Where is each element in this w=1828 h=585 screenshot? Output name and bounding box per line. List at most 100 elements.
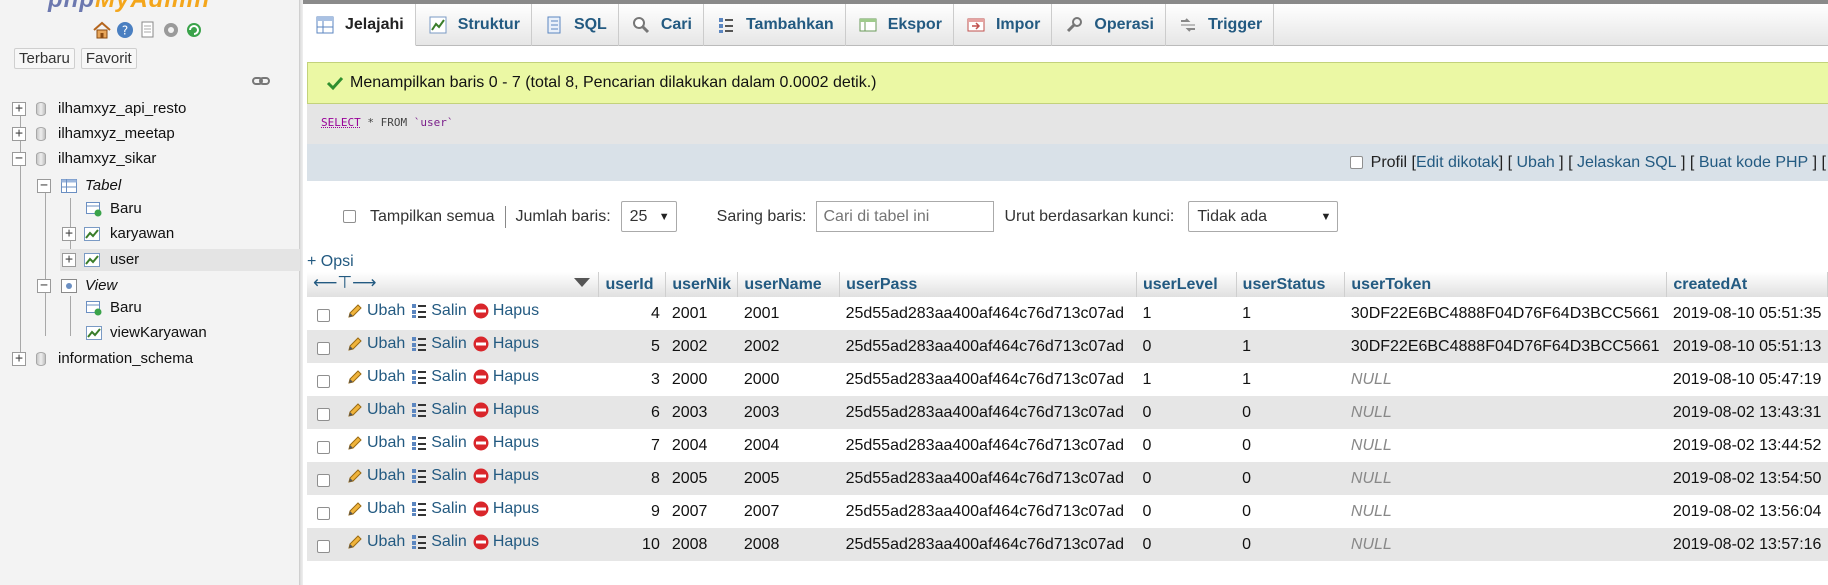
cell-userlevel[interactable]: 0 xyxy=(1136,495,1237,528)
copy-row-button[interactable]: Salin xyxy=(410,467,467,485)
column-resize-arrows-icon[interactable]: ⟵⊤⟶ xyxy=(313,273,377,293)
copy-row-button[interactable]: Salin xyxy=(410,434,467,452)
edit-row-button[interactable]: Ubah xyxy=(346,467,405,485)
column-header-createdat[interactable]: createdAt xyxy=(1666,272,1828,297)
cell-userpass[interactable]: 25d55ad283aa400af464c76d713c07ad xyxy=(839,495,1137,528)
cell-userlevel[interactable]: 0 xyxy=(1136,429,1237,462)
delete-row-button[interactable]: Hapus xyxy=(472,368,539,386)
cell-usernik[interactable]: 2000 xyxy=(665,363,738,396)
explain-sql-link[interactable]: Jelaskan SQL xyxy=(1577,154,1677,172)
cell-usertoken[interactable]: NULL xyxy=(1344,396,1667,429)
tab-browse[interactable]: Jelajahi xyxy=(303,4,416,46)
copy-row-button[interactable]: Salin xyxy=(410,500,467,518)
cell-userid[interactable]: 9 xyxy=(598,495,666,528)
cell-usertoken[interactable]: 30DF22E6BC4888F04D76F64D3BCC5661 xyxy=(1344,330,1667,363)
new-view-label[interactable]: Baru xyxy=(110,297,142,319)
cell-userid[interactable]: 5 xyxy=(598,330,666,363)
tab-insert[interactable]: Tambahkan xyxy=(704,4,846,46)
column-menu-arrow-icon[interactable] xyxy=(574,278,591,287)
cell-userid[interactable]: 4 xyxy=(598,297,666,330)
cell-userlevel[interactable]: 0 xyxy=(1136,330,1237,363)
filter-rows-input[interactable] xyxy=(816,201,995,232)
cell-createdat[interactable]: 2019-08-02 13:43:31 xyxy=(1666,396,1828,429)
create-php-code-link[interactable]: Buat kode PHP xyxy=(1699,154,1808,172)
cell-createdat[interactable]: 2019-08-10 05:51:13 xyxy=(1666,330,1828,363)
cell-usernik[interactable]: 2003 xyxy=(665,396,738,429)
link-with-main-panel-icon[interactable] xyxy=(252,76,270,86)
row-checkbox[interactable] xyxy=(317,507,330,521)
sort-by-key-select[interactable]: Tidak ada ▼ xyxy=(1188,201,1339,232)
cell-username[interactable]: 2003 xyxy=(737,396,840,429)
cell-userstatus[interactable]: 1 xyxy=(1236,330,1345,363)
cell-userstatus[interactable]: 1 xyxy=(1236,363,1345,396)
home-icon[interactable] xyxy=(92,20,112,40)
collapse-icon[interactable]: − xyxy=(37,179,51,193)
show-all-checkbox[interactable] xyxy=(343,210,356,223)
database-name[interactable]: information_schema xyxy=(58,348,193,370)
cell-createdat[interactable]: 2019-08-02 13:56:04 xyxy=(1666,495,1828,528)
copy-row-button[interactable]: Salin xyxy=(410,533,467,551)
cell-userid[interactable]: 3 xyxy=(598,363,666,396)
edit-row-button[interactable]: Ubah xyxy=(346,401,405,419)
column-header-userid[interactable]: userId xyxy=(598,272,667,297)
row-checkbox[interactable] xyxy=(317,375,330,389)
cell-usertoken[interactable]: 30DF22E6BC4888F04D76F64D3BCC5661 xyxy=(1344,297,1667,330)
cell-userstatus[interactable]: 0 xyxy=(1236,429,1345,462)
edit-row-button[interactable]: Ubah xyxy=(346,500,405,518)
row-checkbox[interactable] xyxy=(317,408,330,422)
cell-createdat[interactable]: 2019-08-10 05:47:19 xyxy=(1666,363,1828,396)
row-checkbox[interactable] xyxy=(317,540,330,554)
cell-usernik[interactable]: 2004 xyxy=(665,429,738,462)
expand-icon[interactable]: + xyxy=(12,102,26,116)
options-link[interactable]: + Opsi xyxy=(307,253,354,271)
column-header-username[interactable]: userName xyxy=(737,272,841,297)
cell-userlevel[interactable]: 0 xyxy=(1136,396,1237,429)
cell-userpass[interactable]: 25d55ad283aa400af464c76d713c07ad xyxy=(839,429,1137,462)
delete-row-button[interactable]: Hapus xyxy=(472,500,539,518)
browse-table-icon[interactable] xyxy=(84,253,100,268)
delete-row-button[interactable]: Hapus xyxy=(472,533,539,551)
cell-usertoken[interactable]: NULL xyxy=(1344,363,1667,396)
expand-icon[interactable]: + xyxy=(62,227,76,241)
cell-userlevel[interactable]: 1 xyxy=(1136,363,1237,396)
cell-createdat[interactable]: 2019-08-02 13:57:16 xyxy=(1666,528,1828,561)
copy-row-button[interactable]: Salin xyxy=(410,302,467,320)
table-name[interactable]: user xyxy=(110,249,139,271)
row-checkbox[interactable] xyxy=(317,441,330,455)
delete-row-button[interactable]: Hapus xyxy=(472,401,539,419)
edit-row-button[interactable]: Ubah xyxy=(346,368,405,386)
cell-usertoken[interactable]: NULL xyxy=(1344,429,1667,462)
database-name[interactable]: ilhamxyz_sikar xyxy=(58,148,156,170)
row-checkbox[interactable] xyxy=(317,309,330,323)
favorite-tables-button[interactable]: Favorit xyxy=(80,48,137,69)
cell-username[interactable]: 2002 xyxy=(737,330,840,363)
help-icon[interactable]: ? xyxy=(115,20,135,40)
cell-userid[interactable]: 7 xyxy=(598,429,666,462)
edit-row-button[interactable]: Ubah xyxy=(346,302,405,320)
cell-userid[interactable]: 6 xyxy=(598,396,666,429)
collapse-icon[interactable]: − xyxy=(37,279,51,293)
settings-icon[interactable] xyxy=(161,20,181,40)
cell-userid[interactable]: 8 xyxy=(598,462,666,495)
cell-userpass[interactable]: 25d55ad283aa400af464c76d713c07ad xyxy=(839,363,1137,396)
edit-query-link[interactable]: Ubah xyxy=(1516,154,1554,172)
cell-usernik[interactable]: 2007 xyxy=(665,495,738,528)
cell-createdat[interactable]: 2019-08-10 05:51:35 xyxy=(1666,297,1828,330)
cell-userpass[interactable]: 25d55ad283aa400af464c76d713c07ad xyxy=(839,396,1137,429)
expand-icon[interactable]: + xyxy=(62,253,76,267)
cell-usernik[interactable]: 2005 xyxy=(665,462,738,495)
cell-username[interactable]: 2004 xyxy=(737,429,840,462)
tab-structure[interactable]: Struktur xyxy=(416,4,532,46)
cell-usernik[interactable]: 2002 xyxy=(665,330,738,363)
cell-username[interactable]: 2008 xyxy=(737,528,840,561)
database-name[interactable]: ilhamxyz_meetap xyxy=(58,123,175,145)
new-table-label[interactable]: Baru xyxy=(110,198,142,220)
tab-operations[interactable]: Operasi xyxy=(1052,4,1166,46)
edit-row-button[interactable]: Ubah xyxy=(346,434,405,452)
edit-row-button[interactable]: Ubah xyxy=(346,335,405,353)
cell-userstatus[interactable]: 0 xyxy=(1236,528,1345,561)
column-header-usertoken[interactable]: userToken xyxy=(1344,272,1668,297)
cell-userpass[interactable]: 25d55ad283aa400af464c76d713c07ad xyxy=(839,528,1137,561)
cell-userstatus[interactable]: 0 xyxy=(1236,462,1345,495)
tab-search[interactable]: Cari xyxy=(619,4,704,46)
